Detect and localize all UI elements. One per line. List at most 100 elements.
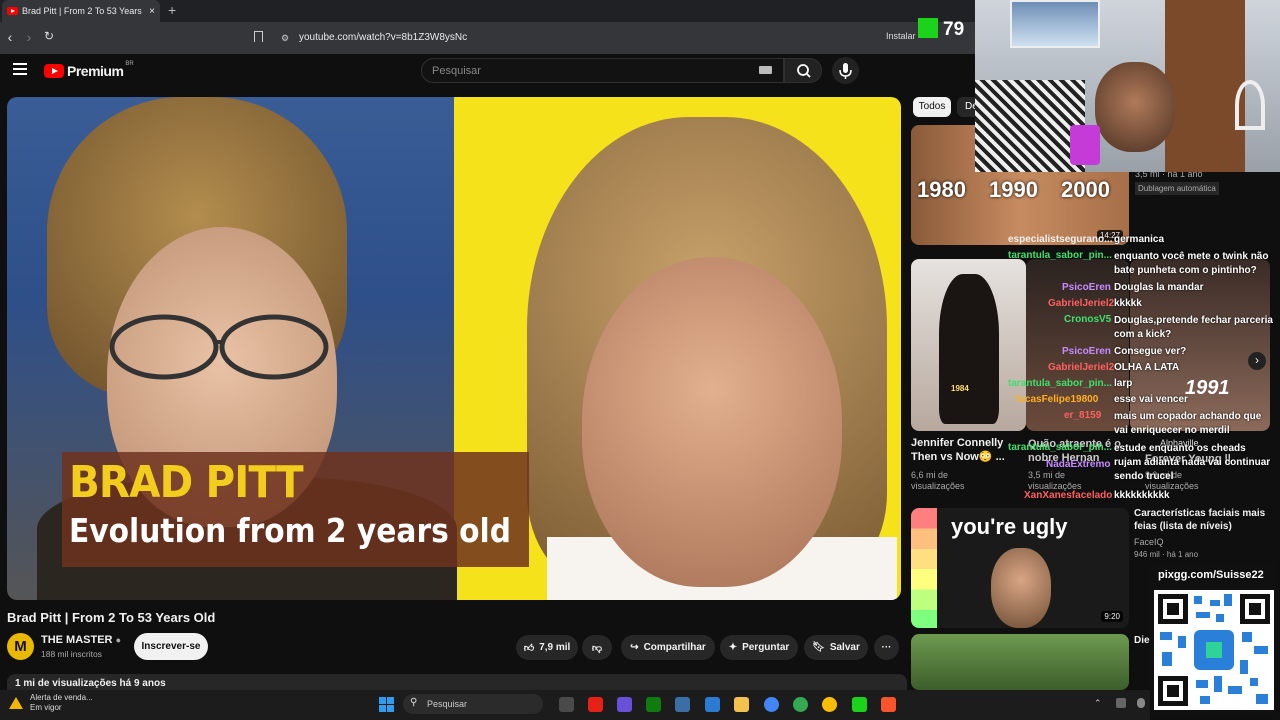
bookmark-icon[interactable] [254,31,263,42]
taskbar-search[interactable]: Pesquisar [403,694,543,714]
viewer-count: 79 [943,19,965,40]
chat-user: GabrielJeriel2 [1048,298,1115,309]
site-info-icon[interactable]: ⚙ [281,33,289,44]
thumb-face [991,548,1051,628]
thumbs-down-icon: 👎︎ [591,642,603,654]
windows-taskbar [0,690,1150,720]
chat-message: Douglas,pretende fechar parceria com a k… [1114,315,1273,340]
thumb-label-1980: 1980 [917,177,966,202]
webcam-overlay [975,0,1280,172]
sparkle-icon: ✦ [728,642,738,653]
channel-avatar[interactable]: M [7,633,34,660]
task-view-icon[interactable] [559,697,574,712]
chat-message: Douglas la mandar [1114,282,1204,293]
thumbs-up-icon: 👍︎ [523,642,535,654]
youtube-app-icon[interactable] [588,697,603,712]
stock-alert-widget[interactable]: Alerta de venda... Em vigor [30,693,93,713]
like-button[interactable]: 👍︎ 7,9 mil [516,635,578,660]
video-title: Brad Pitt | From 2 To 53 Years Old [7,610,216,625]
share-button[interactable]: ↪ Compartilhar [621,635,715,660]
chat-message: kkkkk [1114,298,1142,309]
forward-icon[interactable]: › [19,29,39,45]
reload-icon[interactable]: ↻ [39,29,59,43]
chat-message: esse vai vencer [1114,394,1188,405]
sidebar-views: 3,5 mi de visualizações [1028,470,1082,491]
save-button[interactable]: 🔖︎ Salvar [804,635,868,660]
youtube-play-icon [44,64,64,78]
sidebar-thumb-6[interactable] [911,634,1129,690]
mail-app-icon[interactable] [705,697,720,712]
chat-user: tarantula_sabor_pin... [1008,378,1112,389]
thumb-text: you're ugly [951,514,1068,539]
tier-list-bar [911,508,937,628]
sidebar-video-title[interactable]: Die Jag... [1134,634,1150,648]
chrome-app-icon[interactable] [764,697,779,712]
url-text[interactable]: youtube.com/watch?v=8b1Z3W8ysNc [299,32,467,43]
headphones [1235,80,1265,130]
ask-button[interactable]: ✦ Perguntar [720,635,798,660]
chrome-profile-icon[interactable] [793,697,808,712]
voice-search-button[interactable] [832,57,859,84]
logo-text: Premium [67,63,124,79]
sidebar-video-title[interactable]: Características faciais mais feias (list… [1134,507,1274,533]
search-button[interactable] [784,58,822,83]
wall-painting [1010,0,1100,48]
ask-label: Perguntar [742,642,790,653]
chat-message: kkkkkkkkkk [1114,490,1170,501]
sidebar-thumb-2[interactable]: 1984 [911,259,1026,431]
alert-title: Alerta de venda... [30,693,93,702]
chat-user: GabrielJeriel2 [1048,362,1115,373]
thumb-year: 1991 [1185,377,1230,399]
back-icon[interactable]: ‹ [0,29,20,45]
verified-icon: ● [115,635,121,645]
chip-all[interactable]: Todos [913,97,951,117]
subscriber-count: 188 mil inscritos [41,649,102,659]
vpn-app-icon[interactable] [617,697,632,712]
brave-browser-icon[interactable] [881,697,896,712]
chat-user: PsicoEren [1062,282,1111,293]
overlay-title: BRAD PITT [69,457,304,508]
glasses-icon [109,314,329,380]
donation-url: pixgg.com/Suisse22 [1158,569,1264,581]
install-button[interactable]: Instalar [886,31,916,41]
dislike-button[interactable]: 👎︎ [582,635,612,660]
tab-title: Brad Pitt | From 2 To 53 Years [22,6,142,16]
sidebar-video-title[interactable]: Jennifer Connelly Then vs Now😳 ... [911,436,1011,464]
chat-user: CronosV5 [1064,314,1112,325]
sidebar-thumb-5[interactable]: you're ugly 9:20 [911,508,1129,628]
video-player[interactable]: BRAD PITT Evolution from 2 years old [7,97,901,600]
new-tab-button[interactable]: + [168,2,176,18]
tab-close-icon[interactable]: × [149,6,155,17]
youtube-logo[interactable]: Premium BR [44,61,134,79]
warning-icon [9,697,23,709]
hamburger-menu-icon[interactable] [13,63,27,75]
browser-tab[interactable]: Brad Pitt | From 2 To 53 Years × [2,0,160,22]
microphone-icon [839,63,852,79]
chat-user: NadaExtremo [1046,459,1111,470]
chrome-profile-2-icon[interactable] [822,697,837,712]
start-button[interactable] [379,697,394,712]
channel-name[interactable]: THE MASTER ● [41,634,121,646]
more-actions-button[interactable]: ··· [874,635,899,660]
streamer-face [1095,62,1175,152]
subscribe-button[interactable]: Inscrever-se [134,633,208,660]
kick-app-icon[interactable] [852,697,867,712]
alert-status: Em vigor [30,703,62,712]
search-input[interactable]: Pesquisar [421,58,784,83]
chat-message: germanica [1114,234,1165,245]
youtube-favicon-icon [7,7,18,15]
dubbing-badge: Dublagem automática [1135,182,1219,195]
tray-app-icon[interactable] [1116,698,1126,708]
keyboard-icon[interactable] [759,66,772,74]
sidebar-channel: FaceIQ [1134,537,1164,547]
adult-face [582,257,842,587]
calculator-app-icon[interactable] [675,697,690,712]
qr-code-icon [1154,590,1274,710]
tray-mic-icon[interactable] [1137,698,1145,708]
next-arrow-icon[interactable]: › [1248,352,1266,370]
tray-chevron-icon[interactable]: ⌃ [1094,698,1102,709]
file-explorer-icon[interactable] [734,697,749,712]
overlay-subtitle: Evolution from 2 years old [69,511,511,550]
xbox-app-icon[interactable] [646,697,661,712]
duration-badge: 9:20 [1101,611,1123,622]
